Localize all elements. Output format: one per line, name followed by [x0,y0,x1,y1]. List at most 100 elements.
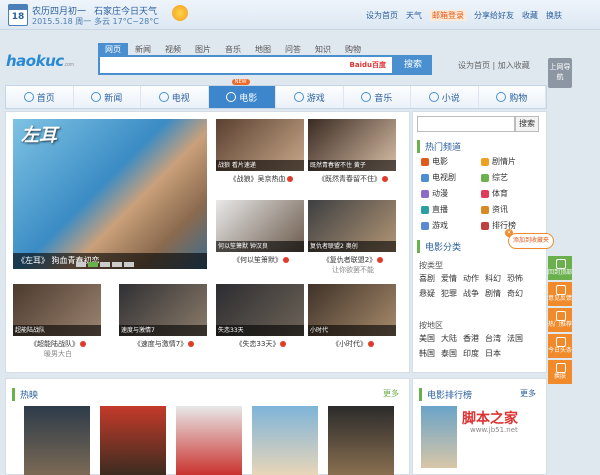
tomato-icon [283,257,289,263]
type-link[interactable]: 喜剧 [419,273,441,284]
carousel-dot[interactable] [112,262,122,267]
region-link[interactable]: 日本 [485,348,507,359]
thumbnail-title[interactable]: 《失恋33天》 [216,339,306,349]
hot-channel-item[interactable]: 综艺 [481,172,541,183]
region-link[interactable]: 台湾 [485,333,507,344]
thumbnail-title[interactable]: 《何以笙箫默》 [216,255,306,265]
channel-icon [421,189,429,198]
hot-channel-item[interactable]: 剧情片 [481,156,541,167]
region-grid: 美国 大陆 香港 台湾 法国韩国 泰国 印度 日本 [419,333,529,359]
tab-tv[interactable]: 电视 [141,86,209,108]
top-link[interactable]: 天气 [406,10,422,21]
ranking-poster[interactable] [421,406,457,468]
tab-music[interactable]: 音乐 [344,86,411,108]
tab-movie[interactable]: NEW 电影 [208,79,276,108]
region-link[interactable]: 法国 [507,333,529,344]
movie-poster[interactable] [176,406,242,475]
hot-channel-item[interactable]: 电影 [421,156,481,167]
hero-title: 左耳 [21,125,57,146]
tab-shopping[interactable]: 购物 [479,86,546,108]
tab-games[interactable]: 游戏 [276,86,344,108]
hot-channel-item[interactable]: 直播 [421,204,481,215]
tab-novel[interactable]: 小说 [411,86,479,108]
thumbnail-title[interactable]: 《超能陆战队》 [13,339,103,349]
type-link[interactable]: 战争 [463,288,485,299]
panel-search-button[interactable]: 搜索 [515,116,539,132]
movie-thumbnail[interactable]: 复仇者联盟2 奥创 [308,200,396,252]
hero-banner[interactable]: 左耳 《左耳》 狗血青春初恋 [13,119,207,269]
hot-channel-item[interactable]: 电视剧 [421,172,481,183]
panel-search-input[interactable] [417,116,515,132]
carousel-dot-active[interactable] [88,262,98,267]
movie-thumbnail[interactable]: 何以笙箫默 钟汉良 [216,200,304,252]
region-link[interactable]: 韩国 [419,348,441,359]
top-link[interactable]: 换肤 [546,10,562,21]
movie-thumbnail[interactable]: 超能陆战队 [13,284,101,336]
type-link[interactable]: 奇幻 [507,288,529,299]
search-button[interactable]: 搜索 [394,55,432,75]
movie-poster[interactable] [24,406,90,475]
skin-button[interactable]: 换肤 [548,360,572,384]
region-link[interactable]: 印度 [463,348,485,359]
carousel-dot[interactable] [100,262,110,267]
site-logo[interactable]: haokuc.com [6,52,74,70]
top-link[interactable]: 设为首页 [366,10,398,21]
solar-date: 2015.5.18 周一 [32,17,92,26]
ranking-more-link[interactable]: 更多 [520,388,536,399]
type-link[interactable]: 剧情 [485,288,507,299]
type-link[interactable]: 悬疑 [419,288,441,299]
tab-home[interactable]: 首页 [6,86,74,108]
search-engine-logo: Baidu百度 [349,61,386,69]
movie-poster[interactable] [100,406,166,475]
type-link[interactable]: 科幻 [485,273,507,284]
movie-thumbnail[interactable]: 失恋33天 [216,284,304,336]
recommend-button[interactable]: 热门推荐 [548,308,572,332]
nav-side-button[interactable]: 上网导航 [548,58,572,88]
thumbnail-title[interactable]: 《速度与激情7》 [119,339,209,349]
top-link[interactable]: 收藏 [522,10,538,21]
by-region-label: 按地区 [419,321,443,330]
region-link[interactable]: 美国 [419,333,441,344]
back-to-top-button[interactable]: 回到顶部 [548,256,572,280]
favorite-badge[interactable]: 添加到收藏夹 [508,233,554,249]
headline-button[interactable]: 今日头条 [548,334,572,358]
carousel-dot[interactable] [76,262,86,267]
type-link[interactable]: 犯罪 [441,288,463,299]
ranking-title: 电影排行榜 [419,388,472,401]
type-link[interactable]: 恐怖 [507,273,529,284]
movie-thumbnail[interactable]: 战狼 看片速递 [216,119,304,171]
type-link[interactable]: 爱情 [441,273,463,284]
top-link-highlight[interactable]: 邮箱登录 [430,10,466,21]
movie-thumbnail[interactable]: 小时代 [308,284,396,336]
movie-poster[interactable] [328,406,394,475]
region-link[interactable]: 泰国 [441,348,463,359]
calendar-day: 18 [11,12,25,22]
hot-channel-item[interactable]: 体育 [481,188,541,199]
thumbnail-label: 何以笙箫默 钟汉良 [216,241,304,252]
music-icon [361,92,372,102]
hot-channel-item[interactable]: 资讯 [481,204,541,215]
feedback-button[interactable]: 意见反馈 [548,282,572,306]
top-link[interactable]: 分享给好友 [474,10,514,21]
home-links[interactable]: 设为首页 | 加入收藏 [458,60,530,71]
thumbnail-title[interactable]: 《小时代》 [308,339,398,349]
movie-thumbnail[interactable]: 速度与激情7 [119,284,207,336]
hot-channel-title: 热门频道 [417,140,461,153]
channel-icon [421,173,429,182]
thumbnail-title[interactable]: 《战狼》吴京热血 [216,174,306,184]
movie-thumbnail[interactable]: 既然青春留不住 黄子 [308,119,396,171]
carousel-dot[interactable] [124,262,134,267]
type-link[interactable]: 动作 [463,273,485,284]
thumbnail-title[interactable]: 《复仇者联盟2》 [308,255,398,265]
region-link[interactable]: 香港 [463,333,485,344]
region-link[interactable]: 大陆 [441,333,463,344]
more-link[interactable]: 更多 [383,388,399,399]
movie-poster[interactable] [252,406,318,475]
tab-news[interactable]: 新闻 [74,86,141,108]
search-input[interactable]: Baidu百度 [98,55,394,75]
hot-channel-item[interactable]: 动漫 [421,188,481,199]
thumbnail-subtitle: 暖男大白 [44,350,72,358]
news-icon [91,92,102,102]
hot-channel-item[interactable]: 游戏 [421,220,481,231]
thumbnail-title[interactable]: 《既然青春留不住》 [308,174,398,184]
